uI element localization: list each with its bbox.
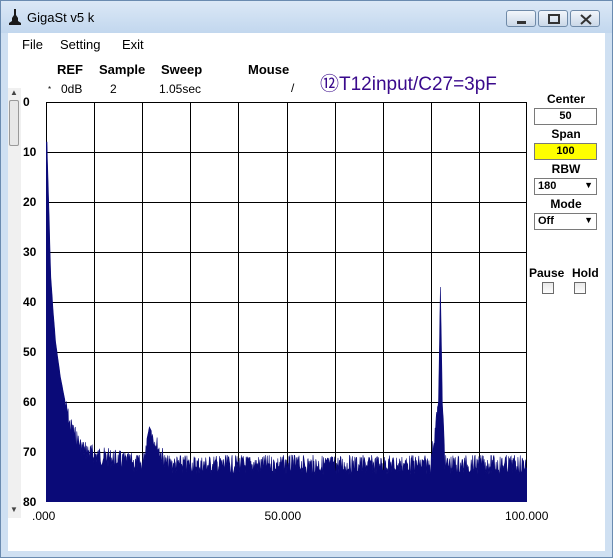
pause-label: Pause xyxy=(529,266,565,280)
scroll-thumb[interactable] xyxy=(9,100,19,146)
sweep-value: 1.05sec xyxy=(159,82,202,96)
hold-label: Hold xyxy=(572,266,599,280)
maximize-icon xyxy=(548,14,560,24)
pause-checkbox[interactable] xyxy=(542,282,554,294)
y-tick-label: 50 xyxy=(23,345,37,359)
ref-label: REF xyxy=(57,62,83,77)
rbw-label: RBW xyxy=(551,162,581,176)
title-bar[interactable]: GigaSt v5 k xyxy=(1,1,612,33)
rbw-value: 180 xyxy=(538,180,557,192)
mode-label: Mode xyxy=(550,197,582,211)
span-label: Span xyxy=(551,127,581,141)
ref-marker: * xyxy=(48,85,52,94)
mouse-value: / xyxy=(291,81,295,95)
x-tick-label: 50.000 xyxy=(264,509,302,523)
center-field[interactable]: 50 xyxy=(534,108,597,125)
app-window: GigaSt v5 k File Setting Exit REF Sample… xyxy=(0,0,613,558)
sample-label: Sample xyxy=(99,62,146,77)
menu-bar: File Setting Exit xyxy=(8,33,605,55)
menu-exit[interactable]: Exit xyxy=(122,37,144,52)
x-tick-label: 100.000 xyxy=(505,509,549,523)
y-tick-label: 70 xyxy=(23,445,37,459)
chevron-down-icon: ▼ xyxy=(584,215,593,225)
y-tick-label: 40 xyxy=(23,295,37,309)
center-label: Center xyxy=(546,92,585,106)
app-icon xyxy=(9,9,21,25)
scroll-up-icon[interactable]: ▲ xyxy=(10,88,18,97)
y-tick-label: 0 xyxy=(23,95,30,109)
spectrum-chart xyxy=(45,102,528,503)
x-tick-label: .000 xyxy=(32,509,56,523)
ref-value: 0dB xyxy=(61,82,83,96)
client-area: File Setting Exit REF Sample Sweep Mouse… xyxy=(8,33,605,551)
vertical-scrollbar[interactable]: ▲ ▼ xyxy=(8,88,21,518)
y-tick-label: 80 xyxy=(23,495,37,509)
sample-value: 2 xyxy=(110,82,117,96)
window-title: GigaSt v5 k xyxy=(27,10,95,25)
y-tick-label: 30 xyxy=(23,245,37,259)
minimize-icon xyxy=(517,21,526,24)
menu-setting[interactable]: Setting xyxy=(60,37,100,52)
y-tick-label: 10 xyxy=(23,145,37,159)
mode-select[interactable]: Off ▼ xyxy=(534,213,597,230)
span-field[interactable]: 100 xyxy=(534,143,597,160)
rbw-select[interactable]: 180 ▼ xyxy=(534,178,597,195)
minimize-button[interactable] xyxy=(506,10,536,27)
maximize-button[interactable] xyxy=(538,10,568,27)
y-tick-label: 20 xyxy=(23,195,37,209)
spectrum-trace xyxy=(45,141,528,503)
spectrum-plot[interactable] xyxy=(45,102,528,503)
hold-checkbox[interactable] xyxy=(574,282,586,294)
mouse-label: Mouse xyxy=(248,62,290,77)
mode-value: Off xyxy=(538,215,554,227)
sweep-label: Sweep xyxy=(161,62,203,77)
annotation-label: ⑫T12input/C27=3pF xyxy=(320,74,497,95)
close-icon xyxy=(580,14,592,25)
y-tick-label: 60 xyxy=(23,395,37,409)
menu-file[interactable]: File xyxy=(22,37,43,52)
scroll-down-icon[interactable]: ▼ xyxy=(10,505,18,514)
chevron-down-icon: ▼ xyxy=(584,180,593,190)
close-button[interactable] xyxy=(570,10,600,27)
